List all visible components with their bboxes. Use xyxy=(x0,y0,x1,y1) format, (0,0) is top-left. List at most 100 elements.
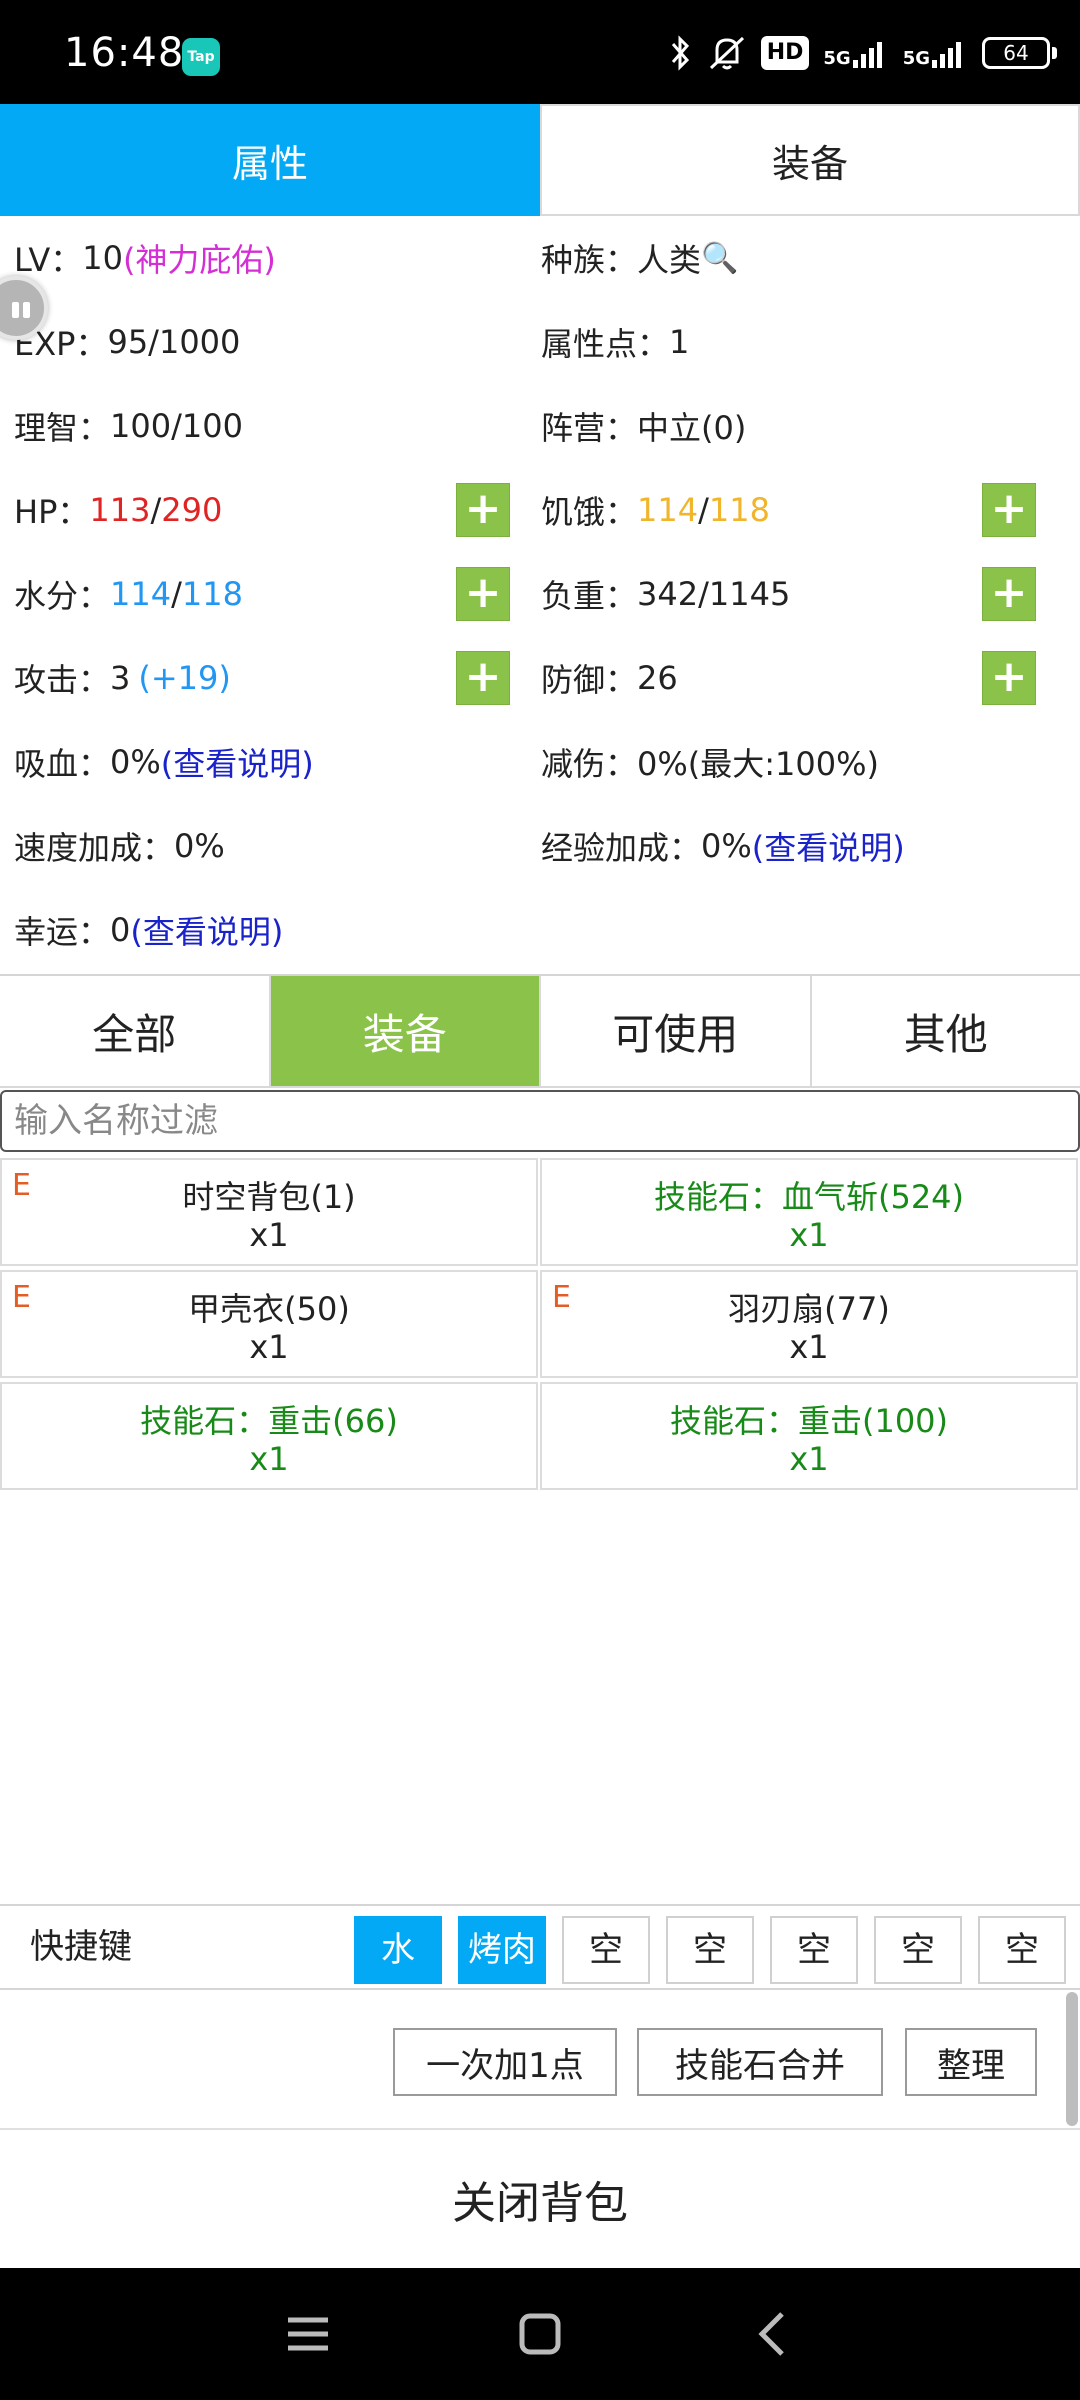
level-label: LV： xyxy=(14,241,83,279)
attr-race: 种族： 人类 🔍 xyxy=(541,216,1061,300)
speed-bonus-value: 0% xyxy=(174,827,225,865)
tab-equipment-filter[interactable]: 装备 xyxy=(270,976,541,1088)
attack-value: 3 xyxy=(110,659,131,697)
item-quantity: x1 xyxy=(789,1440,829,1478)
item-quantity: x1 xyxy=(789,1216,829,1254)
tab-all[interactable]: 全部 xyxy=(0,976,271,1088)
attr-row-luck: 幸运： 0 (查看说明) xyxy=(0,888,1080,972)
shortcut-slot-6[interactable]: 空 xyxy=(874,1916,962,1984)
water-max: 118 xyxy=(181,575,243,613)
item-cell[interactable]: E 甲壳衣(50) x1 xyxy=(0,1270,538,1378)
add-attack-button[interactable]: + xyxy=(456,651,510,705)
exp-bonus-help-link[interactable]: (查看说明) xyxy=(752,823,905,869)
attr-row-sanity: 理智： 100/100 阵营： 中立(0) xyxy=(0,384,1080,468)
attr-sanity: 理智： 100/100 xyxy=(14,384,514,468)
exp-bonus-value: 0% xyxy=(701,827,752,865)
hunger-separator: / xyxy=(698,491,709,529)
add-water-button[interactable]: + xyxy=(456,567,510,621)
shortcut-slot-5[interactable]: 空 xyxy=(770,1916,858,1984)
attr-points: 属性点： 1 xyxy=(541,300,1061,384)
lifesteal-help-link[interactable]: (查看说明) xyxy=(161,739,314,785)
back-icon[interactable] xyxy=(742,2304,802,2364)
shortcut-slot-1[interactable]: 水 xyxy=(354,1916,442,1984)
luck-help-link[interactable]: (查看说明) xyxy=(130,907,283,953)
attr-luck: 幸运： 0 (查看说明) xyxy=(14,888,514,972)
hp-max: 290 xyxy=(161,491,223,529)
item-cell[interactable]: 技能石：重击(66) x1 xyxy=(0,1382,538,1490)
shortcut-label: 快捷键 xyxy=(30,1927,132,1967)
top-tabs: 属性 装备 xyxy=(0,104,1080,216)
item-cell[interactable]: E 羽刃扇(77) x1 xyxy=(540,1270,1078,1378)
item-name: 技能石：血气斩(524) xyxy=(653,1178,965,1216)
hd-icon: HD xyxy=(760,36,810,70)
attr-exp: EXP： 95/1000 xyxy=(14,300,514,384)
attr-attack: 攻击： 3 (+19) xyxy=(14,636,514,720)
item-quantity: x1 xyxy=(249,1216,289,1254)
load-label: 负重： xyxy=(541,577,638,615)
hunger-max: 118 xyxy=(708,491,770,529)
attr-speed-bonus: 速度加成： 0% xyxy=(14,804,514,888)
attr-row-lifesteal: 吸血： 0% (查看说明) 减伤： 0%(最大:100%) xyxy=(0,720,1080,804)
search-icon[interactable]: 🔍 xyxy=(701,241,738,276)
attr-level: LV： 10 (神力庇佑) xyxy=(14,216,514,300)
water-label: 水分： xyxy=(14,577,111,615)
scrollbar[interactable] xyxy=(1066,1992,1078,2126)
signal-icon xyxy=(852,42,882,68)
merge-skill-stones-button[interactable]: 技能石合并 xyxy=(637,2028,883,2096)
item-name: 技能石：重击(66) xyxy=(140,1402,398,1440)
add-load-button[interactable]: + xyxy=(982,567,1036,621)
shortcut-slot-4[interactable]: 空 xyxy=(666,1916,754,1984)
signal-group-2: 5G xyxy=(903,38,968,68)
attr-row-speed: 速度加成： 0% 经验加成： 0% (查看说明) xyxy=(0,804,1080,888)
home-icon[interactable] xyxy=(510,2304,570,2364)
water-separator: / xyxy=(171,575,182,613)
tab-other[interactable]: 其他 xyxy=(811,976,1080,1088)
exp-bonus-label: 经验加成： xyxy=(541,829,702,867)
add-one-point-button[interactable]: 一次加1点 xyxy=(393,2028,617,2096)
status-icons: HD 5G 5G 64 xyxy=(669,30,1057,76)
shortcut-slot-3[interactable]: 空 xyxy=(562,1916,650,1984)
tab-attributes[interactable]: 属性 xyxy=(0,104,540,216)
camp-label: 阵营： xyxy=(541,409,638,447)
hp-separator: / xyxy=(150,491,162,529)
shortcut-slot-7[interactable]: 空 xyxy=(978,1916,1066,1984)
lifesteal-value: 0% xyxy=(110,743,161,781)
hunger-current: 114 xyxy=(637,491,699,529)
attr-row-exp: EXP： 95/1000 属性点： 1 xyxy=(0,300,1080,384)
shortcut-slot-2[interactable]: 烤肉 xyxy=(458,1916,546,1984)
damage-reduction-value: 0%(最大:100%) xyxy=(637,745,880,783)
item-name: 技能石：重击(100) xyxy=(669,1402,949,1440)
item-cell[interactable]: E 时空背包(1) x1 xyxy=(0,1158,538,1266)
shortcut-bar: 快捷键 水 烤肉 空 空 空 空 空 xyxy=(0,1904,1080,1990)
add-hunger-button[interactable]: + xyxy=(982,483,1036,537)
tab-equipment[interactable]: 装备 xyxy=(540,104,1080,216)
taptap-app-icon: Tap xyxy=(182,38,220,76)
category-tabs: 全部 装备 可使用 其他 xyxy=(0,976,1080,1088)
attr-water: 水分： 114 / 118 xyxy=(14,552,514,636)
attr-row-water: 水分： 114 / 118 + 负重： 342/1145 + xyxy=(0,552,1080,636)
speed-bonus-label: 速度加成： xyxy=(14,829,175,867)
attributes-panel: LV： 10 (神力庇佑) 种族： 人类 🔍 EXP： 95/1000 属性点：… xyxy=(0,216,1080,974)
hp-label: HP： xyxy=(14,493,90,531)
item-name: 甲壳衣(50) xyxy=(188,1290,350,1328)
item-cell[interactable]: 技能石：重击(100) x1 xyxy=(540,1382,1078,1490)
sanity-value: 100/100 xyxy=(110,407,243,445)
sort-button[interactable]: 整理 xyxy=(905,2028,1037,2096)
name-filter-input[interactable] xyxy=(0,1090,1080,1152)
attr-camp: 阵营： 中立(0) xyxy=(541,384,1061,468)
attack-label: 攻击： xyxy=(14,661,111,699)
defense-value: 26 xyxy=(637,659,678,697)
tab-usable[interactable]: 可使用 xyxy=(541,976,812,1088)
hp-current: 113 xyxy=(89,491,151,529)
add-hp-button[interactable]: + xyxy=(456,483,510,537)
water-current: 114 xyxy=(110,575,172,613)
add-defense-button[interactable]: + xyxy=(982,651,1036,705)
menu-icon[interactable] xyxy=(278,2304,338,2364)
attack-bonus: (+19) xyxy=(138,659,231,697)
attr-row-level: LV： 10 (神力庇佑) 种族： 人类 🔍 xyxy=(0,216,1080,300)
item-quantity: x1 xyxy=(249,1328,289,1366)
item-cell[interactable]: 技能石：血气斩(524) x1 xyxy=(540,1158,1078,1266)
close-backpack-button[interactable]: 关闭背包 xyxy=(0,2128,1080,2268)
points-label: 属性点： xyxy=(541,325,670,363)
bluetooth-icon xyxy=(671,35,689,71)
